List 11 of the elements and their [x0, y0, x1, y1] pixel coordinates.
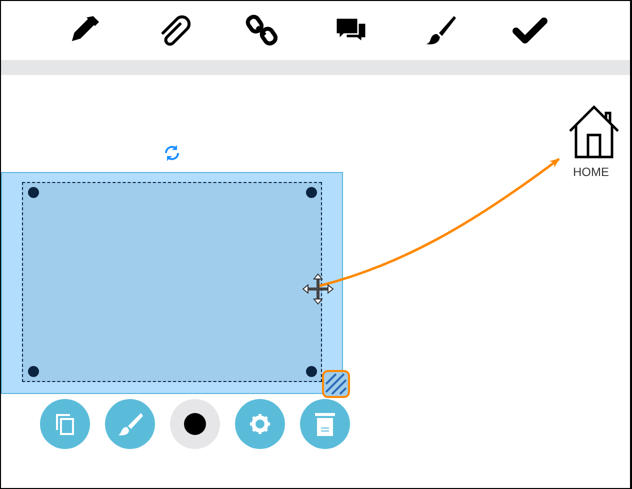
gear-icon [249, 413, 271, 435]
home-label: HOME [573, 164, 609, 181]
house-icon[interactable] [568, 105, 620, 159]
color-swatch-icon [183, 412, 207, 436]
trash-icon [314, 411, 336, 437]
resize-handle[interactable] [322, 370, 350, 398]
paintbrush-icon [117, 411, 143, 437]
move-cursor-icon [302, 273, 334, 305]
copy-icon [53, 412, 77, 436]
rotate-icon[interactable] [163, 144, 181, 162]
color-button[interactable] [170, 399, 220, 449]
